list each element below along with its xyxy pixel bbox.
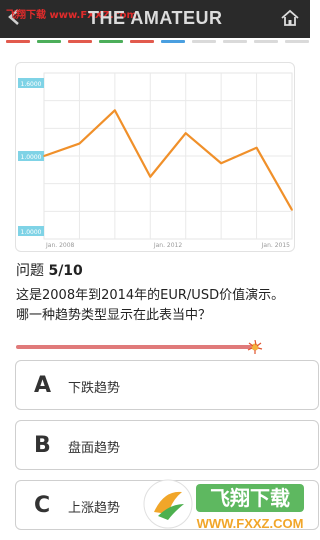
x-tick-label: Jan. 2008 [45, 242, 75, 249]
home-icon[interactable] [280, 8, 300, 28]
option-text: 下跌趋势 [68, 381, 121, 396]
question-number: 5/10 [48, 263, 83, 279]
y-tick-label: 1.0000 [21, 229, 42, 236]
progress-segment [192, 40, 216, 43]
data-point [184, 132, 187, 134]
question-label: 问题 [16, 263, 44, 279]
top-bar: 飞翔下载 www.FXXZ.com THE AMATEUR [0, 0, 310, 38]
option-letter: C [34, 493, 51, 518]
data-point [220, 162, 222, 165]
option-letter: B [34, 433, 51, 458]
y-tick-label: 1.6000 [21, 81, 42, 88]
question-progress-segments [0, 40, 310, 44]
progress-segment [285, 40, 309, 43]
logo-url: WWW.FXXZ.COM [197, 516, 304, 531]
x-tick-label: Jan. 2015 [261, 242, 291, 249]
progress-segment [6, 40, 30, 43]
data-point [255, 146, 258, 149]
progress-segment [130, 40, 154, 43]
chart-card: 1.6000 1.0000 1.0000 Jan. 2008 Jan. 2012 Jan.… [15, 62, 295, 252]
progress-segment [254, 40, 278, 43]
site-logo: 飞翔下载 WWW.FXXZ.COM [143, 479, 304, 531]
progress-segment [68, 40, 92, 43]
fuse-spark-icon [247, 340, 262, 354]
y-tick-label: 1.0000 [21, 154, 42, 161]
progress-segment [99, 40, 123, 43]
data-point [43, 155, 45, 157]
data-point [149, 175, 152, 178]
answer-option-a[interactable]: A 下跌趋势 [15, 360, 319, 410]
timer-bar [16, 340, 276, 354]
app-title: THE AMATEUR [88, 8, 223, 28]
question-counter: 问题 5/10 [16, 260, 83, 280]
data-line [43, 109, 293, 211]
progress-segment [223, 40, 247, 43]
question-text: 这是2008年到2014年的EUR/USD价值演示。 哪一种趋势类型显示在此表当… [16, 288, 285, 323]
answer-option-b[interactable]: B 盘面趋势 [15, 420, 319, 470]
timer-fill [16, 345, 254, 349]
option-letter: A [34, 373, 52, 398]
data-point [78, 142, 81, 145]
data-point [114, 109, 116, 112]
x-tick-label: Jan. 2012 [153, 242, 183, 249]
data-point [291, 209, 293, 211]
logo-text: 飞翔下载 [210, 486, 290, 510]
progress-segment [37, 40, 61, 43]
option-text: 上涨趋势 [68, 501, 121, 516]
progress-segment [161, 40, 185, 43]
option-text: 盘面趋势 [68, 441, 121, 456]
eur-usd-line-chart: 1.60001.00001.0000Jan. 2008 Jan. 2012 Jan.… [18, 72, 293, 249]
